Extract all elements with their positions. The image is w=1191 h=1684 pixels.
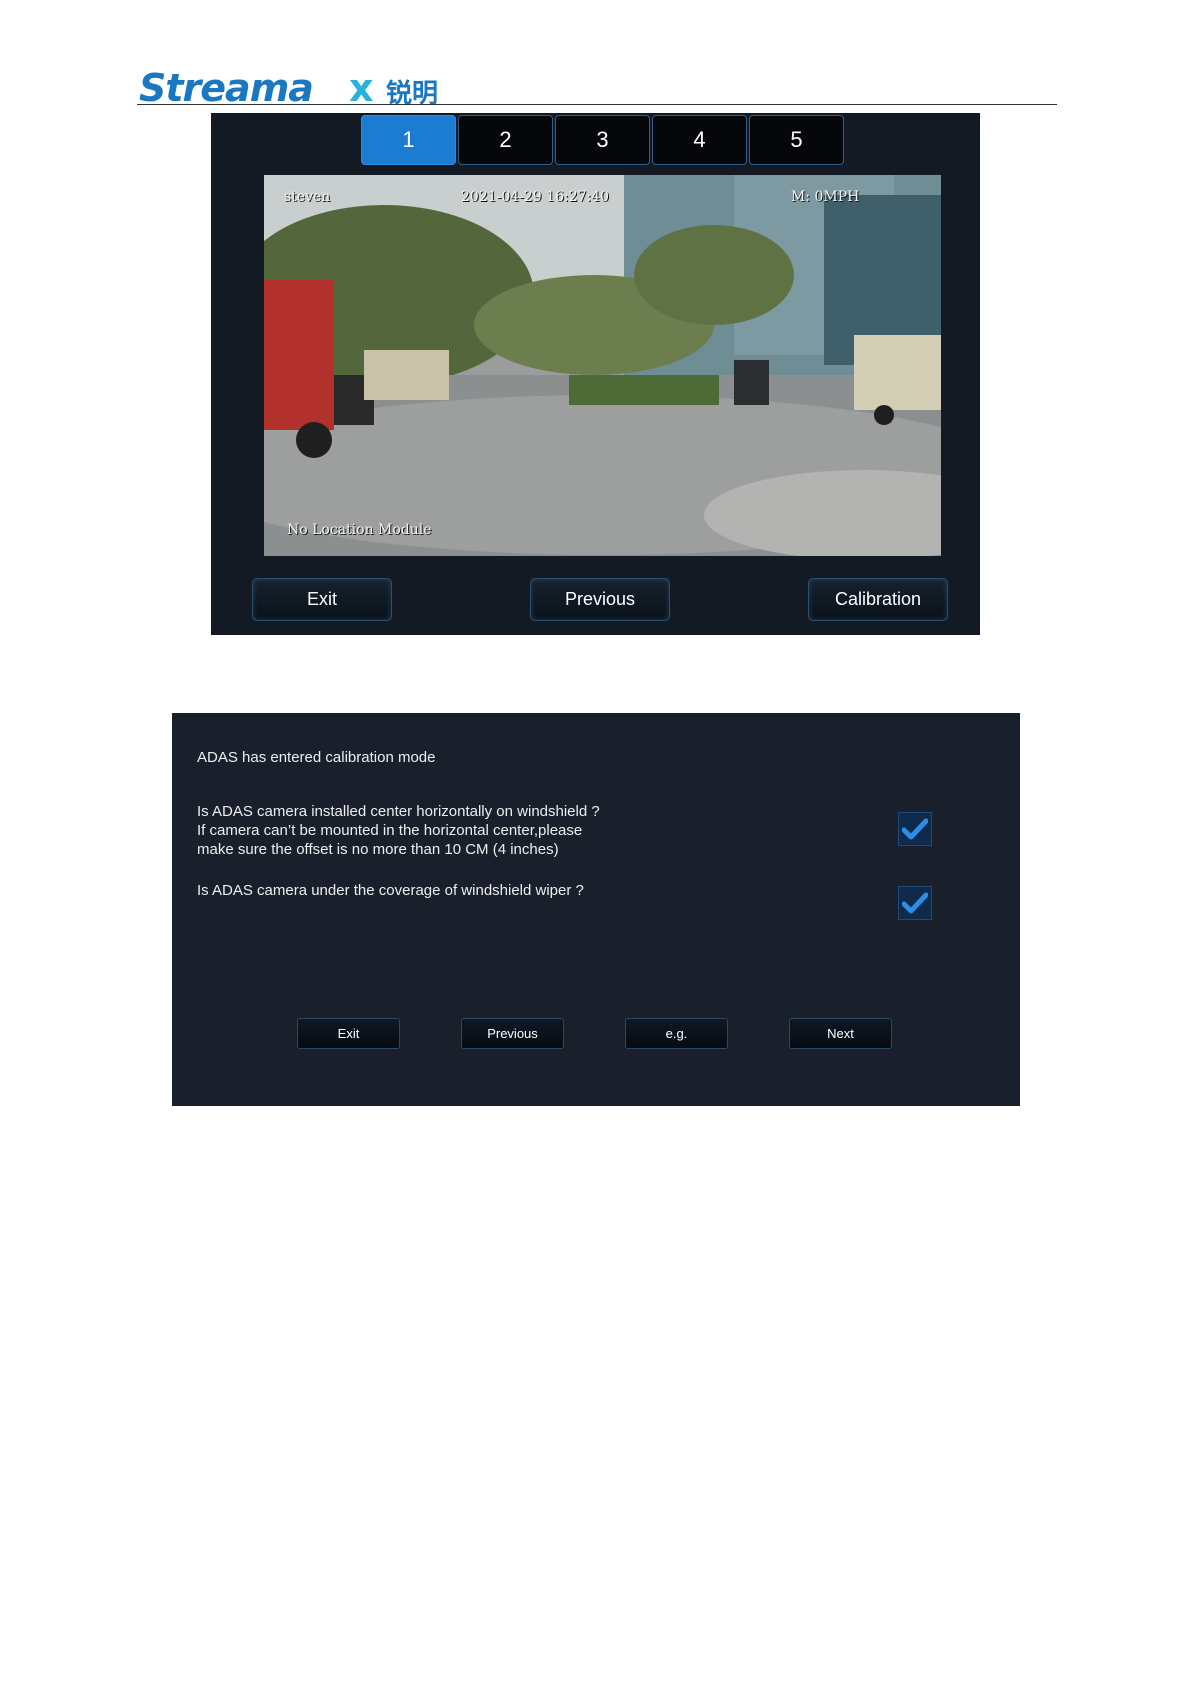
next-button[interactable]: Next [789,1018,892,1049]
question-2-checkbox[interactable] [898,886,932,920]
exit-button[interactable]: Exit [297,1018,400,1049]
calibration-panel: ADAS has entered calibration mode Is ADA… [172,713,1020,1106]
exit-button[interactable]: Exit [252,578,392,621]
previous-button[interactable]: Previous [530,578,670,621]
question-1-checkbox[interactable] [898,812,932,846]
header-rule [137,104,1057,105]
tab-channel-4[interactable]: 4 [652,115,747,165]
tab-channel-3[interactable]: 3 [555,115,650,165]
camera-location: No Location Module [287,522,432,538]
camera-view-panel: 1 2 3 4 5 steven 2021-04-29 16:27:40 M: … [211,113,980,635]
checkmark-icon [902,818,928,840]
calibration-button[interactable]: Calibration [808,578,948,621]
camera-datetime: 2021-04-29 16:27:40 [461,189,610,205]
question-1-line-2: If camera can’t be mounted in the horizo… [197,822,583,839]
previous-button[interactable]: Previous [461,1018,564,1049]
question-2: Is ADAS camera under the coverage of win… [197,882,584,899]
svg-text:x: x [349,70,374,106]
tab-channel-1[interactable]: 1 [361,115,456,165]
camera-name: steven [284,189,331,205]
tab-channel-5[interactable]: 5 [749,115,844,165]
calibration-title: ADAS has entered calibration mode [197,749,436,766]
tab-channel-2[interactable]: 2 [458,115,553,165]
example-button[interactable]: e.g. [625,1018,728,1049]
svg-text:锐明: 锐明 [386,78,438,106]
question-1-line-1: Is ADAS camera installed center horizont… [197,803,600,820]
streamax-logo: Streama x 锐明 [139,70,438,106]
checkmark-icon [902,892,928,914]
camera-scene [264,175,941,556]
question-1: Is ADAS camera installed center horizont… [197,802,600,859]
svg-text:Streama: Streama [139,70,313,106]
channel-tabs: 1 2 3 4 5 [361,115,844,165]
question-1-line-3: make sure the offset is no more than 10 … [197,841,559,858]
camera-speed: M: 0MPH [791,189,860,205]
camera-feed: steven 2021-04-29 16:27:40 M: 0MPH No Lo… [264,175,941,556]
